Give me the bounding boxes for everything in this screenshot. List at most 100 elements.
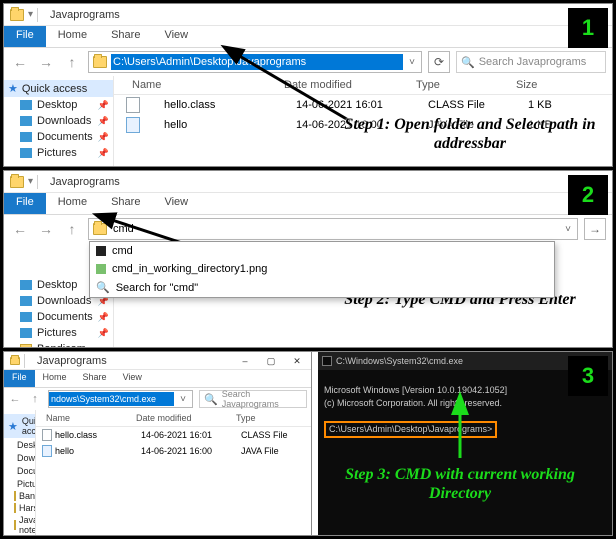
sidebar-item-desktop[interactable]: Desktop📌 [4,97,113,113]
column-headers[interactable]: Name Date modified Type Size [114,76,612,95]
suggestion-item[interactable]: cmd_in_working_directory1.png [90,260,554,278]
search-icon: 🔍 [461,56,475,69]
step3-caption: Step 3: CMD with current working Directo… [330,465,590,503]
maximize-button[interactable]: ▢ [259,354,283,368]
tab-file[interactable]: File [4,370,35,387]
sidebar-item-downloads[interactable]: Downloads📌 [4,113,113,129]
nav-up-button[interactable]: ↑ [62,52,82,72]
sidebar: ★ Quick access Desktop📌 Downloads📌 Docum… [4,76,114,166]
sidebar-item-harshu[interactable]: Harshu [4,502,35,514]
quick-access-header[interactable]: ★Quick access [4,414,35,438]
nav-back-button[interactable]: ← [10,219,30,239]
col-date[interactable]: Date modified [284,79,416,91]
tab-home[interactable]: Home [46,26,99,47]
sidebar-item-notepad[interactable]: Java notepad+... [4,514,35,535]
tab-home[interactable]: Home [35,370,75,387]
nav-back-button[interactable]: ← [10,52,30,72]
col-type[interactable]: Type [236,413,306,423]
col-size[interactable]: Size [516,79,576,91]
documents-icon [20,312,32,322]
divider [37,175,38,189]
tab-file[interactable]: File [4,26,46,47]
address-dropdown-icon[interactable]: ˅ [174,394,192,405]
folder-icon [93,223,107,235]
sidebar-item-pictures[interactable]: Pictures📌 [4,145,113,161]
sidebar-item-documents[interactable]: Documents📌 [4,464,35,477]
file-type: CLASS File [241,430,311,440]
tab-view[interactable]: View [115,370,150,387]
sidebar-item-pictures[interactable]: Pictures📌 [4,325,113,341]
nav-up-button[interactable]: ↑ [28,389,42,409]
address-bar[interactable]: C:\Users\Admin\Desktop\Javaprograms ˅ [88,51,422,73]
tab-home[interactable]: Home [46,193,99,214]
nav-forward-button[interactable]: → [36,219,56,239]
sidebar-item-pictures[interactable]: Pictures📌 [4,477,35,490]
col-name[interactable]: Name [114,79,284,91]
refresh-button[interactable]: ⟳ [428,51,450,73]
file-row[interactable]: hello.class 14-06-2021 16:01 CLASS File [36,427,311,443]
sidebar-label: Downloads [17,453,36,463]
col-name[interactable]: Name [36,413,136,423]
file-list: Name Date modified Type hello.class 14-0… [36,410,311,535]
panel-step-3: Javaprograms – ▢ ✕ File Home Share View … [3,351,613,536]
explorer-window: Javaprograms – ▢ ✕ File Home Share View … [4,352,312,535]
go-button[interactable]: → [584,218,606,240]
qat-customize-icon[interactable]: ▾ [28,176,33,187]
address-input-text[interactable]: cmd [111,221,559,237]
sidebar-label: Documents [37,311,93,323]
address-path[interactable]: C:\Users\Admin\Desktop\Javaprograms [111,54,403,70]
divider [24,354,25,368]
folder-icon [10,9,24,21]
file-date: 14-06-2021 16:01 [296,99,428,111]
search-input[interactable]: 🔍 Search Javaprograms [456,51,606,73]
sidebar-item-documents[interactable]: Documents📌 [4,309,113,325]
nav-back-button[interactable]: ← [8,389,22,409]
sidebar-item-bandicam[interactable]: Bandicam [4,341,113,347]
sidebar-item-bandicam[interactable]: Bandicam [4,490,35,502]
pin-icon: 📌 [98,100,109,111]
window-titlebar: ▾ Javaprograms [4,4,612,26]
address-dropdown-icon[interactable]: ˅ [559,224,577,235]
suggestion-label: cmd [112,245,133,257]
file-row[interactable]: hello.class 14-06-2021 16:01 CLASS File … [114,95,612,115]
tab-view[interactable]: View [152,193,200,214]
suggestion-search[interactable]: 🔍Search for "cmd" [90,278,554,297]
quick-access-label: Quick access [22,83,87,95]
tab-file[interactable]: File [4,193,46,214]
ribbon-tabs: File Home Share View [4,193,612,215]
sidebar-item-documents[interactable]: Documents📌 [4,129,113,145]
sidebar-label: Downloads [37,115,91,127]
nav-up-button[interactable]: ↑ [62,219,82,239]
col-type[interactable]: Type [416,79,516,91]
search-input[interactable]: 🔍 Search Javaprograms [199,390,307,408]
sidebar-label: Documents [17,466,36,476]
qat-customize-icon[interactable]: ▾ [28,9,33,20]
tab-share[interactable]: Share [75,370,115,387]
sidebar-label: Downloads [37,295,91,307]
address-bar[interactable]: ndows\System32\cmd.exe ˅ [48,390,193,408]
suggestion-item[interactable]: cmd [90,242,554,260]
sidebar: ★Quick access Desktop📌 Downloads📌 Docume… [4,410,36,535]
tab-share[interactable]: Share [99,193,152,214]
folder-icon [10,357,20,365]
sidebar-item-desktop[interactable]: Desktop📌 [4,438,35,451]
folder-icon [10,176,24,188]
address-dropdown-icon[interactable]: ˅ [403,57,421,68]
close-button[interactable]: ✕ [285,354,309,368]
ribbon-tabs: File Home Share View [4,370,311,388]
column-headers[interactable]: Name Date modified Type [36,410,311,427]
nav-forward-button[interactable]: → [36,52,56,72]
minimize-button[interactable]: – [233,354,257,368]
tab-view[interactable]: View [152,26,200,47]
col-date[interactable]: Date modified [136,413,236,423]
sidebar-item-downloads[interactable]: Downloads📌 [4,451,35,464]
file-date: 14-06-2021 16:00 [141,446,241,456]
file-row[interactable]: hello 14-06-2021 16:00 JAVA File [36,443,311,459]
address-bar[interactable]: cmd ˅ cmd cmd_in_working_directory1.png … [88,218,578,240]
address-path[interactable]: ndows\System32\cmd.exe [49,392,174,406]
sidebar-label: Pictures [37,147,77,159]
pictures-icon [20,328,32,338]
quick-access-label: Quick access [22,416,36,436]
quick-access-header[interactable]: ★ Quick access [4,80,113,97]
tab-share[interactable]: Share [99,26,152,47]
